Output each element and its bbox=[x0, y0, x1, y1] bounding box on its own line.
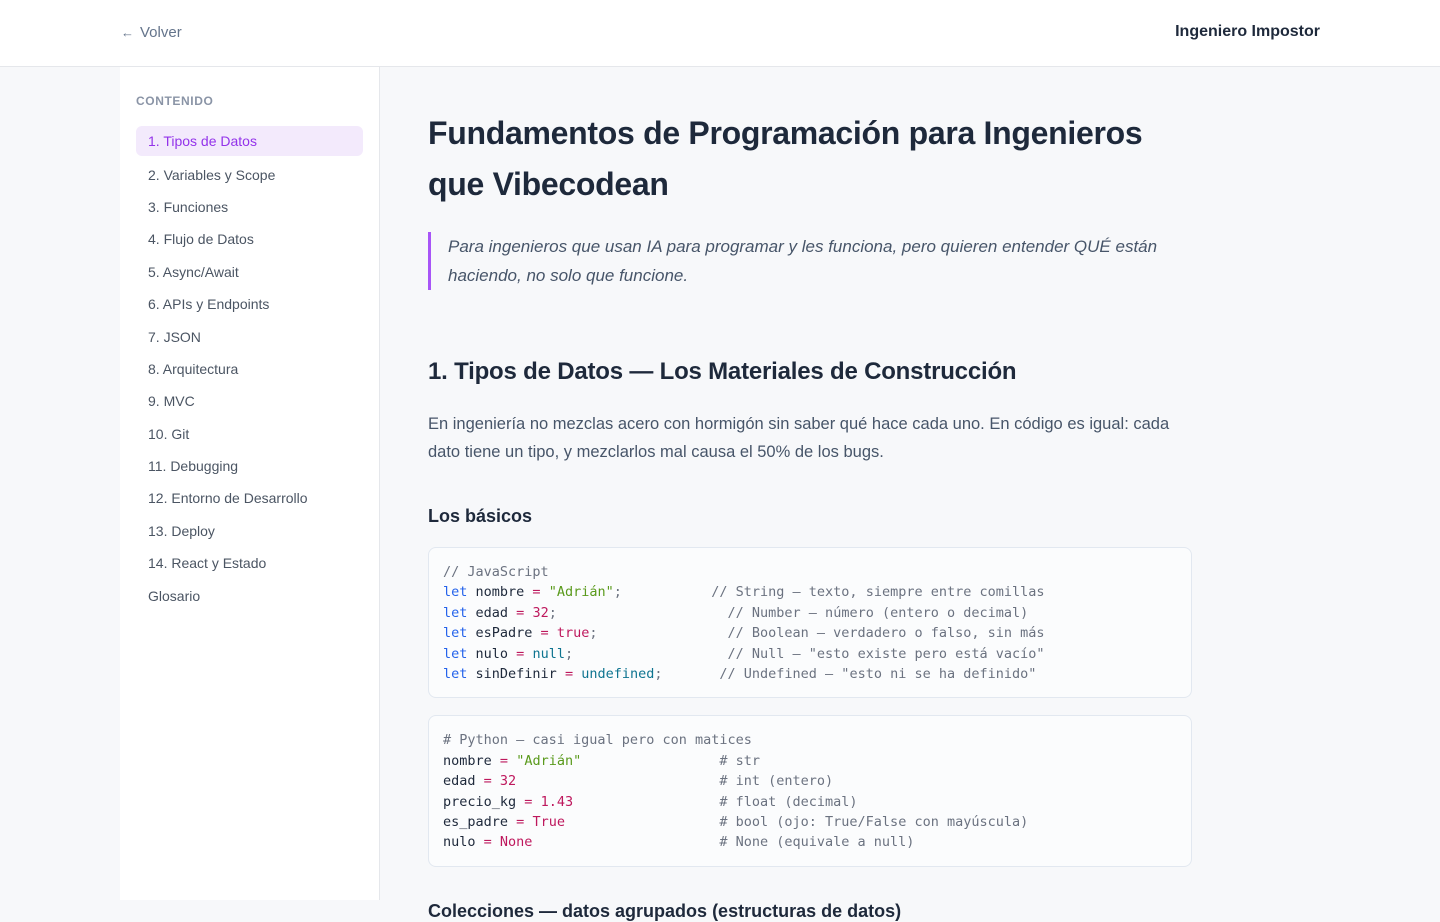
lead-quote: Para ingenieros que usan IA para program… bbox=[428, 232, 1192, 290]
code-token: = bbox=[499, 752, 509, 769]
code-token: "Adrián" bbox=[516, 752, 582, 769]
sidebar-item[interactable]: 4. Flujo de Datos bbox=[136, 223, 363, 255]
section-heading: 1. Tipos de Datos — Los Materiales de Co… bbox=[428, 358, 1017, 385]
sidebar-item[interactable]: 1. Tipos de Datos bbox=[136, 126, 363, 156]
code-line: let edad = 32; // Number — número (enter… bbox=[443, 603, 1177, 623]
code-token: # str bbox=[581, 752, 761, 769]
code-token: edad bbox=[467, 604, 517, 621]
code-token: ; // String — texto, siempre entre comil… bbox=[613, 584, 1045, 601]
code-line: precio_kg = 1.43 # float (decimal) bbox=[443, 792, 1177, 812]
code-token: = bbox=[532, 584, 541, 601]
sidebar-item[interactable]: 13. Deploy bbox=[136, 515, 363, 547]
code-line: let nombre = "Adrián"; // String — texto… bbox=[443, 582, 1177, 602]
code-token: let bbox=[443, 645, 468, 662]
code-line: let nulo = null; // Null — "esto existe … bbox=[443, 644, 1177, 664]
code-token: ; // Undefined — "esto ni se ha definido… bbox=[654, 666, 1037, 683]
next-subsection-heading: Colecciones — datos agrupados (estructur… bbox=[428, 900, 902, 921]
code-line: # Python — casi igual pero con matices bbox=[443, 730, 1177, 750]
code-token: sinDefinir bbox=[467, 666, 565, 683]
code-token: undefined bbox=[581, 666, 655, 683]
sidebar: CONTENIDO 1. Tipos de Datos 2. Variables … bbox=[120, 67, 380, 900]
code-token: = bbox=[564, 666, 574, 683]
sidebar-item[interactable]: 10. Git bbox=[136, 418, 363, 450]
sidebar-item[interactable]: 14. React y Estado bbox=[136, 547, 363, 579]
code-token: ; // Null — "esto existe pero está vacío… bbox=[564, 645, 1045, 662]
article: Fundamentos de Programación para Ingenie… bbox=[428, 67, 1192, 922]
code-token: = bbox=[483, 834, 492, 851]
code-token: ; // Boolean — verdadero o falso, sin má… bbox=[589, 625, 1045, 642]
sidebar-item[interactable]: 7. JSON bbox=[136, 320, 363, 352]
code-token: # float (decimal) bbox=[573, 793, 858, 810]
code-token: # int (entero) bbox=[516, 773, 834, 790]
code-line: es_padre = True # bool (ojo: True/False … bbox=[443, 812, 1177, 832]
code-token: None bbox=[499, 834, 533, 851]
code-token: 1.43 bbox=[540, 793, 574, 810]
table-of-contents: 1. Tipos de Datos 2. Variables y Scope 3. … bbox=[136, 126, 363, 612]
code-token: // JavaScript bbox=[443, 564, 549, 580]
code-token: nombre bbox=[467, 584, 533, 601]
code-token: 32 bbox=[532, 604, 549, 621]
code-token: precio_kg bbox=[443, 793, 525, 810]
section-intro: En ingeniería no mezclas acero con hormi… bbox=[428, 415, 1170, 461]
code-line: nombre = "Adrián" # str bbox=[443, 751, 1177, 771]
code-token: let bbox=[443, 666, 468, 683]
sidebar-item[interactable]: 6. APIs y Endpoints bbox=[136, 288, 363, 320]
code-token: edad bbox=[443, 773, 484, 790]
code-token: = bbox=[483, 773, 492, 790]
back-link[interactable]: ← Volver bbox=[121, 24, 182, 41]
code-token: let bbox=[443, 625, 468, 642]
code-line: // JavaScript bbox=[443, 562, 1177, 582]
sidebar-item[interactable]: 2. Variables y Scope bbox=[136, 158, 363, 190]
code-token: true bbox=[556, 625, 590, 642]
sidebar-item[interactable]: 9. MVC bbox=[136, 385, 363, 417]
code-token: nulo bbox=[467, 645, 517, 662]
top-bar: ← Volver Ingeniero Impostor bbox=[0, 0, 1440, 67]
code-token: es_padre bbox=[443, 814, 517, 831]
sidebar-item[interactable]: 11. Debugging bbox=[136, 450, 363, 482]
subsection-heading: Los básicos bbox=[428, 506, 533, 526]
arrow-left-icon: ← bbox=[121, 25, 134, 40]
sidebar-item[interactable]: Glosario bbox=[136, 579, 363, 611]
sidebar-item[interactable]: 8. Arquitectura bbox=[136, 353, 363, 385]
code-token: = bbox=[540, 625, 549, 642]
code-token: 32 bbox=[499, 773, 517, 790]
code-line: let sinDefinir = undefined; // Undefined… bbox=[443, 664, 1177, 684]
code-token: # bool (ojo: True/False con mayúscula) bbox=[564, 814, 1029, 831]
code-block-python: # Python — casi igual pero con matices no… bbox=[428, 715, 1192, 867]
code-token: esPadre bbox=[467, 625, 541, 642]
code-token: null bbox=[532, 645, 565, 662]
sidebar-item[interactable]: 12. Entorno de Desarrollo bbox=[136, 482, 363, 514]
code-line: let esPadre = true; // Boolean — verdade… bbox=[443, 623, 1177, 643]
code-token: nombre bbox=[443, 752, 500, 769]
code-token: nulo bbox=[443, 834, 484, 851]
sidebar-heading: CONTENIDO bbox=[136, 94, 214, 108]
sidebar-item[interactable]: 5. Async/Await bbox=[136, 256, 363, 288]
code-token: # Python — casi igual pero con matices bbox=[443, 732, 752, 749]
code-token: let bbox=[443, 584, 468, 601]
page-title: Fundamentos de Programación para Ingenie… bbox=[428, 115, 1143, 202]
code-token: True bbox=[532, 814, 565, 831]
back-label: Volver bbox=[140, 24, 182, 41]
code-token: # None (equivale a null) bbox=[532, 834, 915, 851]
code-token: ; // Number — número (entero o decimal) bbox=[548, 604, 1029, 621]
code-token: "Adrián" bbox=[548, 584, 614, 601]
sidebar-item[interactable]: 3. Funciones bbox=[136, 191, 363, 223]
code-block-javascript: // JavaScript let nombre = "Adrián"; // S… bbox=[428, 547, 1192, 699]
code-token: let bbox=[443, 604, 468, 621]
code-line: edad = 32 # int (entero) bbox=[443, 771, 1177, 791]
code-line: nulo = None # None (equivale a null) bbox=[443, 832, 1177, 852]
site-brand[interactable]: Ingeniero Impostor bbox=[1175, 23, 1320, 41]
